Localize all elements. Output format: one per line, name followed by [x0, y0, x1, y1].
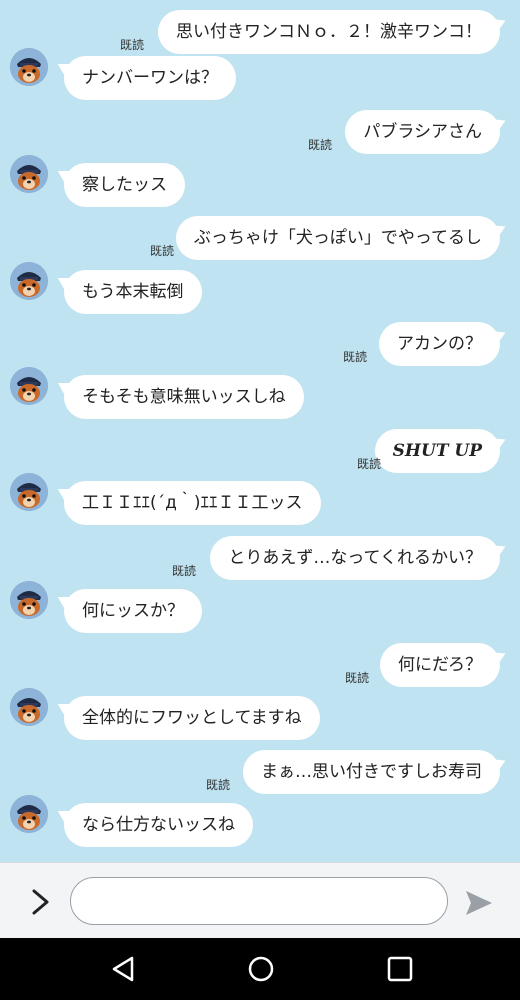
- avatar[interactable]: [10, 262, 48, 300]
- message-bubble[interactable]: そもそも意味無いッスしね: [64, 375, 304, 419]
- avatar[interactable]: [10, 367, 48, 405]
- message-bubble[interactable]: 工ＩＩｴｴ(´д｀)ｴｴＩＩ工ッス: [64, 481, 321, 525]
- message-input[interactable]: [70, 877, 448, 925]
- message-bubble[interactable]: 全体的にフワッとしてますね: [64, 696, 320, 740]
- message-bubble[interactable]: まぁ…思い付きですしお寿司: [243, 750, 500, 794]
- message-bubble[interactable]: 何にッスか？: [64, 589, 202, 633]
- nav-home-icon[interactable]: [247, 955, 275, 983]
- read-receipt: 既読: [172, 564, 197, 578]
- avatar[interactable]: [10, 48, 48, 86]
- message-bubble[interactable]: とりあえず…なってくれるかい？: [210, 536, 500, 580]
- input-bar: [0, 862, 520, 939]
- read-receipt: 既読: [345, 671, 370, 685]
- avatar[interactable]: [10, 688, 48, 726]
- chevron-right-icon[interactable]: [28, 887, 54, 917]
- message-bubble[interactable]: SHUT UP: [374, 429, 500, 473]
- nav-back-icon[interactable]: [110, 955, 138, 983]
- message-bubble[interactable]: なら仕方ないッスね: [64, 803, 253, 847]
- message-bubble[interactable]: パブラシアさん: [345, 110, 500, 154]
- message-bubble[interactable]: アカンの？: [379, 322, 500, 366]
- message-bubble[interactable]: もう本末転倒: [64, 270, 202, 314]
- nav-recents-icon[interactable]: [386, 955, 414, 983]
- message-bubble[interactable]: 察したッス: [64, 163, 185, 207]
- read-receipt: 既読: [308, 138, 333, 152]
- avatar[interactable]: [10, 795, 48, 833]
- avatar[interactable]: [10, 155, 48, 193]
- avatar[interactable]: [10, 473, 48, 511]
- send-icon[interactable]: [464, 889, 494, 917]
- message-bubble[interactable]: 何にだろ？: [380, 643, 500, 687]
- read-receipt: 既読: [120, 38, 145, 52]
- chat-area[interactable]: 思い付きワンコＮｏ．２！激辛ワンコ！ 既読 ナンバーワンは？ パブラシアさん 既読 察…: [0, 0, 520, 862]
- system-nav-bar: [0, 938, 520, 1000]
- read-receipt: 既読: [343, 350, 368, 364]
- message-bubble[interactable]: ぶっちゃけ「犬っぽい」でやってるし: [175, 216, 500, 260]
- message-bubble[interactable]: 思い付きワンコＮｏ．２！激辛ワンコ！: [158, 10, 500, 54]
- read-receipt: 既読: [206, 778, 231, 792]
- read-receipt: 既読: [150, 244, 175, 258]
- message-bubble[interactable]: ナンバーワンは？: [64, 56, 236, 100]
- avatar[interactable]: [10, 581, 48, 619]
- read-receipt: 既読: [357, 457, 382, 471]
